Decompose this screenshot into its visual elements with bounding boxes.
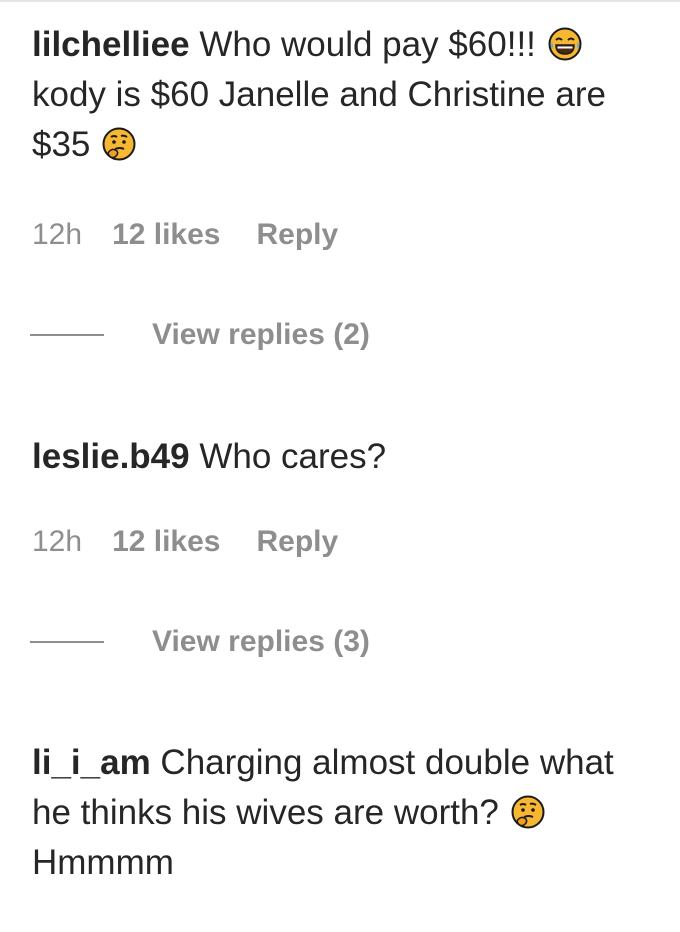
comment-timestamp: 12h bbox=[32, 218, 83, 251]
view-replies-label: View replies (3) bbox=[152, 625, 370, 658]
thinking-face-icon bbox=[102, 127, 136, 161]
view-replies-button[interactable]: View replies (3) bbox=[30, 625, 370, 659]
comment-item: leslie.b49 Who cares? bbox=[32, 432, 652, 482]
comment-text: Hmmmm bbox=[32, 843, 174, 882]
view-replies-label: View replies (2) bbox=[152, 318, 370, 351]
replies-divider bbox=[30, 641, 104, 643]
view-replies-button[interactable]: View replies (2) bbox=[30, 318, 370, 352]
comment-meta: 12h 12 likes Reply bbox=[32, 525, 338, 559]
comment-username[interactable]: leslie.b49 bbox=[32, 437, 190, 476]
comment-username[interactable]: li_i_am bbox=[32, 743, 151, 782]
thinking-face-icon bbox=[511, 795, 545, 829]
comment-text: Who cares? bbox=[189, 437, 387, 476]
face-with-tears-of-joy-icon bbox=[548, 27, 582, 61]
top-divider bbox=[0, 0, 680, 2]
replies-divider bbox=[30, 334, 104, 336]
comment-item: lilchelliee Who would pay $60!!! kody is… bbox=[32, 20, 652, 170]
reply-button[interactable]: Reply bbox=[257, 525, 339, 558]
comment-likes[interactable]: 12 likes bbox=[112, 525, 220, 558]
reply-button[interactable]: Reply bbox=[257, 218, 339, 251]
comment-text: Who would pay $60!!! bbox=[189, 25, 546, 64]
comment-likes[interactable]: 12 likes bbox=[112, 218, 220, 251]
comment-username[interactable]: lilchelliee bbox=[32, 25, 190, 64]
comment-item: li_i_am Charging almost double what he t… bbox=[32, 738, 652, 888]
comment-meta: 12h 12 likes Reply bbox=[32, 218, 338, 252]
comment-timestamp: 12h bbox=[32, 525, 83, 558]
